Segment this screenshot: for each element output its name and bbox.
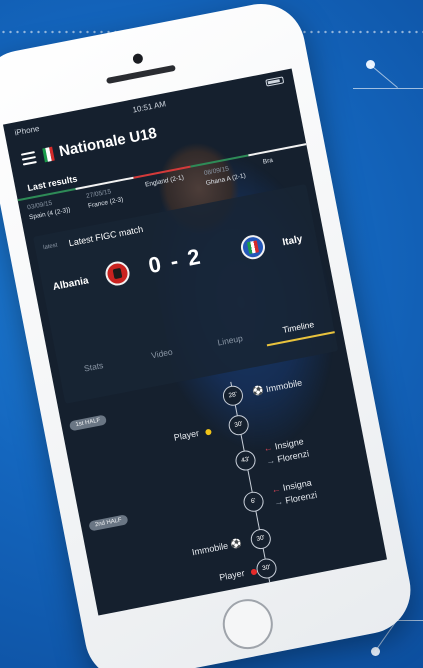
event-player: Immobile: [265, 377, 303, 395]
italy-flag-icon: [42, 146, 55, 163]
card-badge: latest: [42, 242, 58, 252]
event-minute: 30': [254, 556, 279, 581]
event-player: Player: [218, 567, 246, 583]
red-card-icon: [250, 568, 258, 576]
connector-line-top: [353, 88, 423, 89]
event-minute: 43': [233, 448, 258, 473]
sub-out-arrow-icon: →: [265, 454, 276, 467]
event-substitution: ← Insigne → Florenzi: [263, 435, 311, 469]
ball-icon: ⚽: [251, 384, 265, 397]
event-player: Immobile: [191, 540, 229, 558]
yellow-card-icon: [204, 428, 212, 436]
app-screen: iPhone 10:51 AM Nationale U18 Last resul…: [2, 68, 388, 616]
status-carrier: iPhone: [13, 123, 41, 138]
tab-timeline[interactable]: Timeline: [262, 309, 335, 347]
albania-crest-icon: [103, 259, 132, 288]
event-card: Player: [218, 566, 258, 583]
card-title: Latest FIGC match: [67, 223, 144, 249]
tab-lineup[interactable]: Lineup: [194, 323, 267, 360]
home-team-name: Albania: [51, 275, 90, 293]
hamburger-menu-icon[interactable]: [20, 151, 37, 166]
match-score: 0 - 2: [146, 243, 205, 279]
result-item[interactable]: 03/09/15 Spain (4 (2-3)): [19, 194, 83, 231]
battery-icon: [265, 76, 285, 87]
tab-video[interactable]: Video: [126, 336, 199, 373]
connector-line-top-diagonal: [369, 64, 398, 89]
tab-stats[interactable]: Stats: [57, 349, 130, 386]
sub-in-arrow-icon: ←: [270, 483, 282, 496]
timeline-axis: [230, 381, 272, 589]
first-half-badge: 1st HALF: [68, 414, 108, 432]
event-minute: 28': [221, 384, 245, 408]
sub-in-arrow-icon: ←: [262, 442, 274, 454]
status-time: 10:51 AM: [131, 99, 167, 115]
second-half-badge: 2nd HALF: [88, 514, 129, 532]
event-card: Player: [173, 426, 212, 443]
event-minute: 30': [226, 413, 251, 437]
result-item[interactable]: 27/05/15 France (2-3): [78, 182, 142, 219]
italy-crest-icon: [238, 233, 268, 262]
away-team-name: Italy: [281, 233, 304, 249]
ball-icon: ⚽: [229, 537, 243, 550]
event-substitution: ← Insigna → Florenzi: [271, 476, 319, 510]
event-goal: Immobile ⚽: [191, 538, 242, 558]
event-goal: ⚽ Immobile: [252, 377, 303, 397]
event-player: Player: [172, 428, 200, 443]
phone-mockup: iPhone 10:51 AM Nationale U18 Last resul…: [0, 0, 419, 668]
sub-out-arrow-icon: →: [273, 496, 284, 508]
event-minute: 30': [249, 527, 273, 551]
event-minute: 6': [241, 490, 266, 514]
